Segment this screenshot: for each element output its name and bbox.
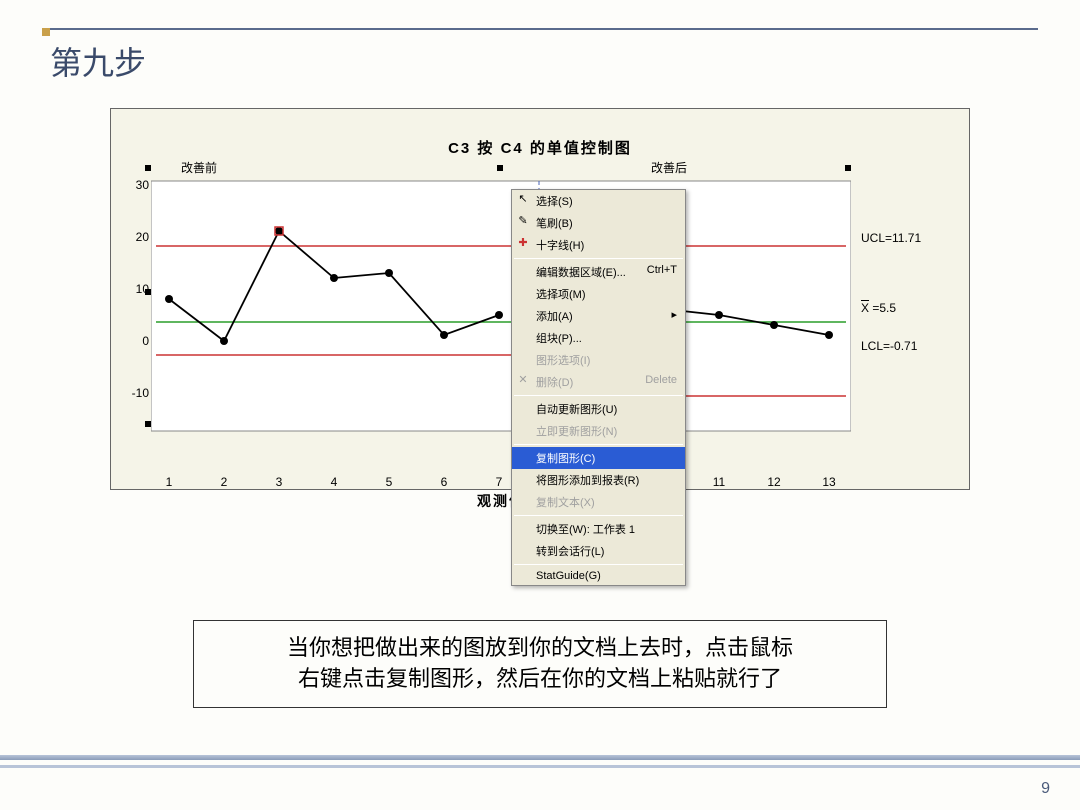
ucl-label: UCL=11.71 xyxy=(861,231,921,245)
menu-copy-graph[interactable]: 复制图形(C) xyxy=(512,447,685,469)
y-tick: 30 xyxy=(136,178,149,192)
menu-separator xyxy=(514,515,683,516)
caption-line: 右键点击复制图形，然后在你的文档上粘贴就行了 xyxy=(214,664,866,695)
menu-crosshair[interactable]: ✚十字线(H) xyxy=(512,234,685,256)
x-tick: 1 xyxy=(166,475,173,489)
x-tick: 2 xyxy=(221,475,228,489)
menu-copy-text: 复制文本(X) xyxy=(512,491,685,513)
menu-separator xyxy=(514,444,683,445)
x-tick: 13 xyxy=(822,475,835,489)
footer-divider-thick xyxy=(0,755,1080,760)
title-accent-square xyxy=(42,28,50,36)
menu-brush[interactable]: ✎笔刷(B) xyxy=(512,212,685,234)
menu-add[interactable]: 添加(A)▸ xyxy=(512,305,685,327)
x-axis-labels: 1 2 3 4 5 6 7 8 9 10 11 12 13 xyxy=(151,475,851,491)
menu-select-item[interactable]: 选择项(M) xyxy=(512,283,685,305)
y-tick: 20 xyxy=(136,230,149,244)
slide-title: 第九步 xyxy=(50,38,146,84)
menu-separator xyxy=(514,564,683,565)
x-tick: 11 xyxy=(713,475,725,489)
menu-edit-data-region[interactable]: 编辑数据区域(E)...Ctrl+T xyxy=(512,261,685,283)
menu-switch-to-worksheet[interactable]: 切换至(W): 工作表 1 xyxy=(512,518,685,540)
menu-update-graph-now: 立即更新图形(N) xyxy=(512,420,685,442)
menu-delete: ✕删除(D)Delete xyxy=(512,371,685,393)
y-axis-labels: 30 20 10 0 -10 xyxy=(121,161,149,421)
x-axis-title: 观测值 xyxy=(151,491,851,511)
x-tick: 12 xyxy=(767,475,780,489)
brush-icon: ✎ xyxy=(516,214,530,228)
x-tick: 5 xyxy=(386,475,393,489)
menu-statguide[interactable]: StatGuide(G) xyxy=(512,567,685,585)
lcl-label: LCL=-0.71 xyxy=(861,339,917,353)
context-menu: ↖选择(S) ✎笔刷(B) ✚十字线(H) 编辑数据区域(E)...Ctrl+T… xyxy=(511,189,686,586)
footer-divider-thin xyxy=(0,765,1080,768)
menu-go-to-session[interactable]: 转到会话行(L) xyxy=(512,540,685,562)
x-tick: 7 xyxy=(496,475,503,489)
menu-add-graph-to-report[interactable]: 将图形添加到报表(R) xyxy=(512,469,685,491)
chart-svg xyxy=(151,161,851,441)
pointer-icon: ↖ xyxy=(516,192,530,206)
y-tick: 0 xyxy=(142,334,149,348)
chart-screenshot: C3 按 C4 的单值控制图 30 20 10 0 -10 xyxy=(110,108,970,490)
chart-title: C3 按 C4 的单值控制图 xyxy=(111,137,969,158)
caption-line: 当你想把做出来的图放到你的文档上去时，点击鼠标 xyxy=(214,633,866,664)
title-divider xyxy=(42,28,1038,30)
caption-box: 当你想把做出来的图放到你的文档上去时，点击鼠标 右键点击复制图形，然后在你的文档… xyxy=(193,620,887,708)
delete-icon: ✕ xyxy=(516,373,530,387)
group-label: 改善后 xyxy=(651,159,687,176)
y-tick: -10 xyxy=(132,386,149,400)
x-tick: 3 xyxy=(276,475,283,489)
crosshair-icon: ✚ xyxy=(516,236,530,250)
page-number: 9 xyxy=(1041,780,1050,798)
x-tick: 6 xyxy=(441,475,448,489)
menu-select[interactable]: ↖选择(S) xyxy=(512,190,685,212)
menu-graph-options: 图形选项(I) xyxy=(512,349,685,371)
menu-auto-update-graph[interactable]: 自动更新图形(U) xyxy=(512,398,685,420)
mean-label: X =5.5 xyxy=(861,301,896,315)
menu-separator xyxy=(514,258,683,259)
menu-panel[interactable]: 组块(P)... xyxy=(512,327,685,349)
y-tick: 10 xyxy=(136,282,149,296)
group-label: 改善前 xyxy=(181,159,217,176)
x-tick: 4 xyxy=(331,475,338,489)
menu-separator xyxy=(514,395,683,396)
